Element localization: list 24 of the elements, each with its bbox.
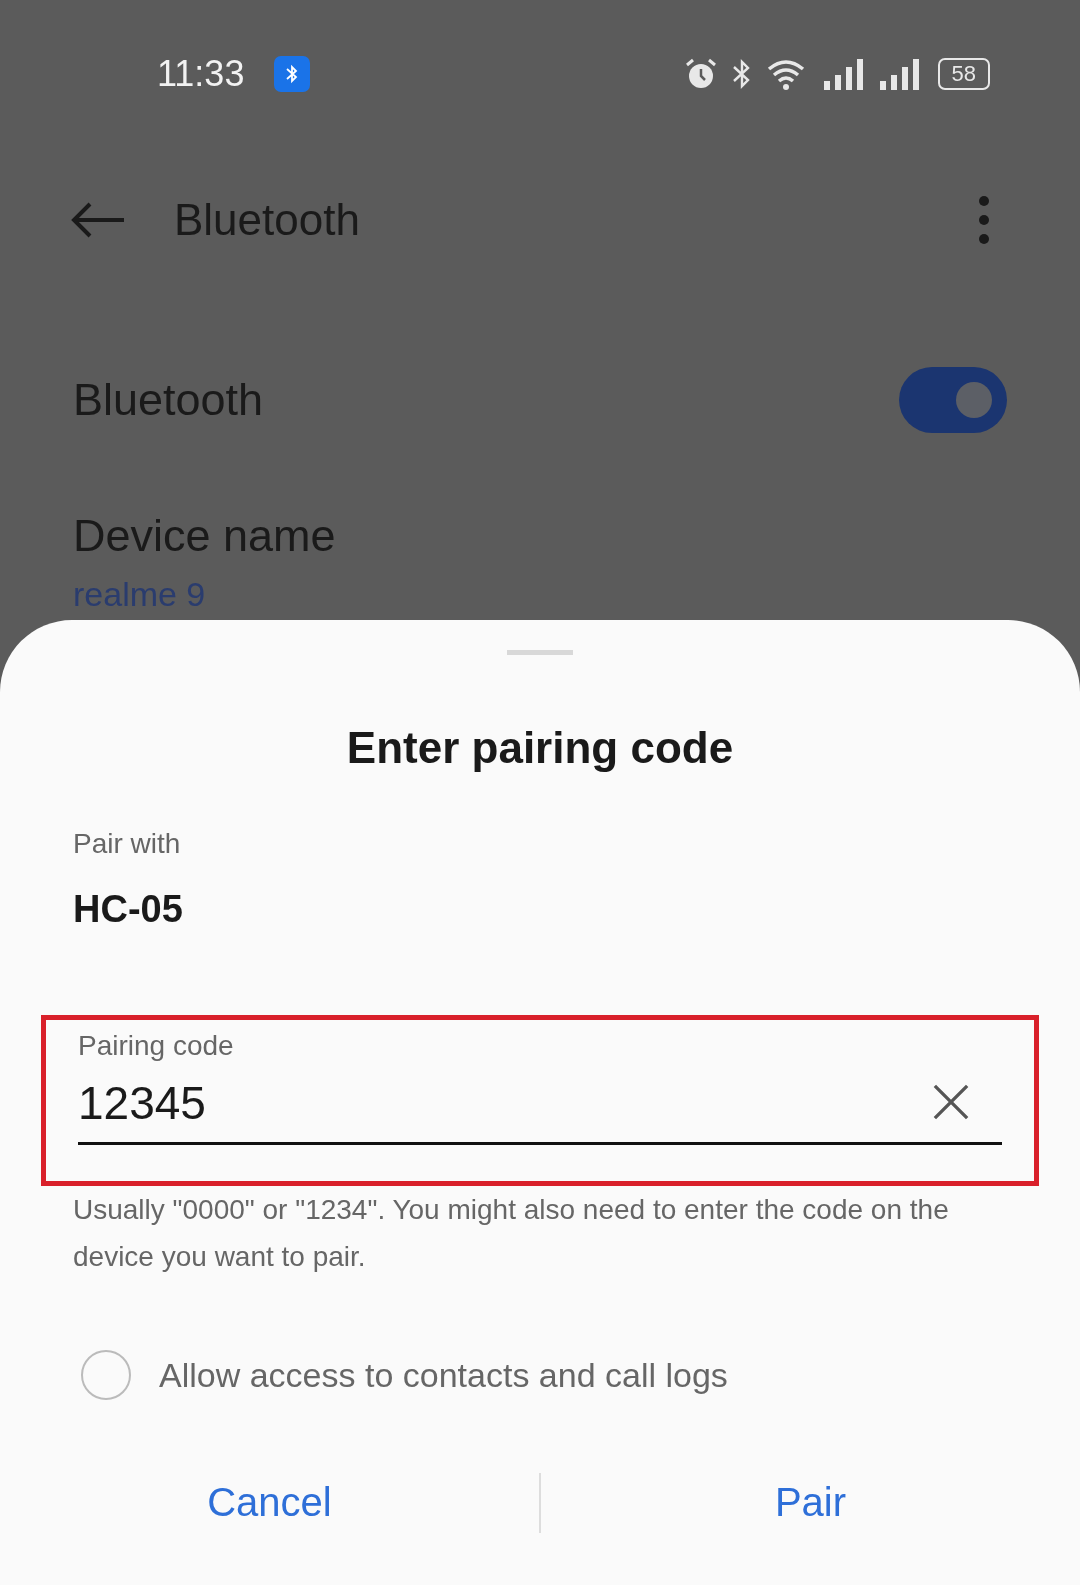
clear-icon[interactable] (932, 1083, 970, 1121)
bluetooth-badge-icon (274, 56, 311, 92)
pairing-code-field[interactable]: Pairing code 12345 (78, 1030, 1002, 1145)
screen-title: Bluetooth (174, 195, 360, 245)
device-name: HC-05 (73, 888, 184, 931)
drag-handle[interactable] (507, 650, 573, 655)
checkbox[interactable] (81, 1350, 131, 1400)
pairing-code-input[interactable]: 12345 (78, 1062, 932, 1142)
checkbox-label[interactable]: Allow access to contacts and call logs (159, 1355, 728, 1395)
dialog-button[interactable]: Pair (541, 1460, 1080, 1545)
dialog-title: Enter pairing code (345, 723, 735, 773)
more-options-icon[interactable] (978, 195, 990, 245)
signal-icon (821, 57, 866, 91)
status-time: 11:33 (157, 53, 245, 95)
back-arrow-icon[interactable] (70, 200, 126, 240)
alarm-icon (683, 57, 718, 91)
battery-indicator: 58 (937, 58, 990, 90)
pair-with-label: Pair with (73, 828, 182, 860)
setting-label: Bluetooth (73, 374, 264, 426)
helper-text: Usually "0000" or "1234". You might also need to enter the code on the device you want to pair. (73, 1193, 950, 1274)
dialog-button[interactable]: Cancel (0, 1460, 539, 1545)
signal-icon (877, 57, 922, 91)
field-label: Pairing code (78, 1030, 235, 1062)
setting-label: Device name (73, 510, 336, 562)
